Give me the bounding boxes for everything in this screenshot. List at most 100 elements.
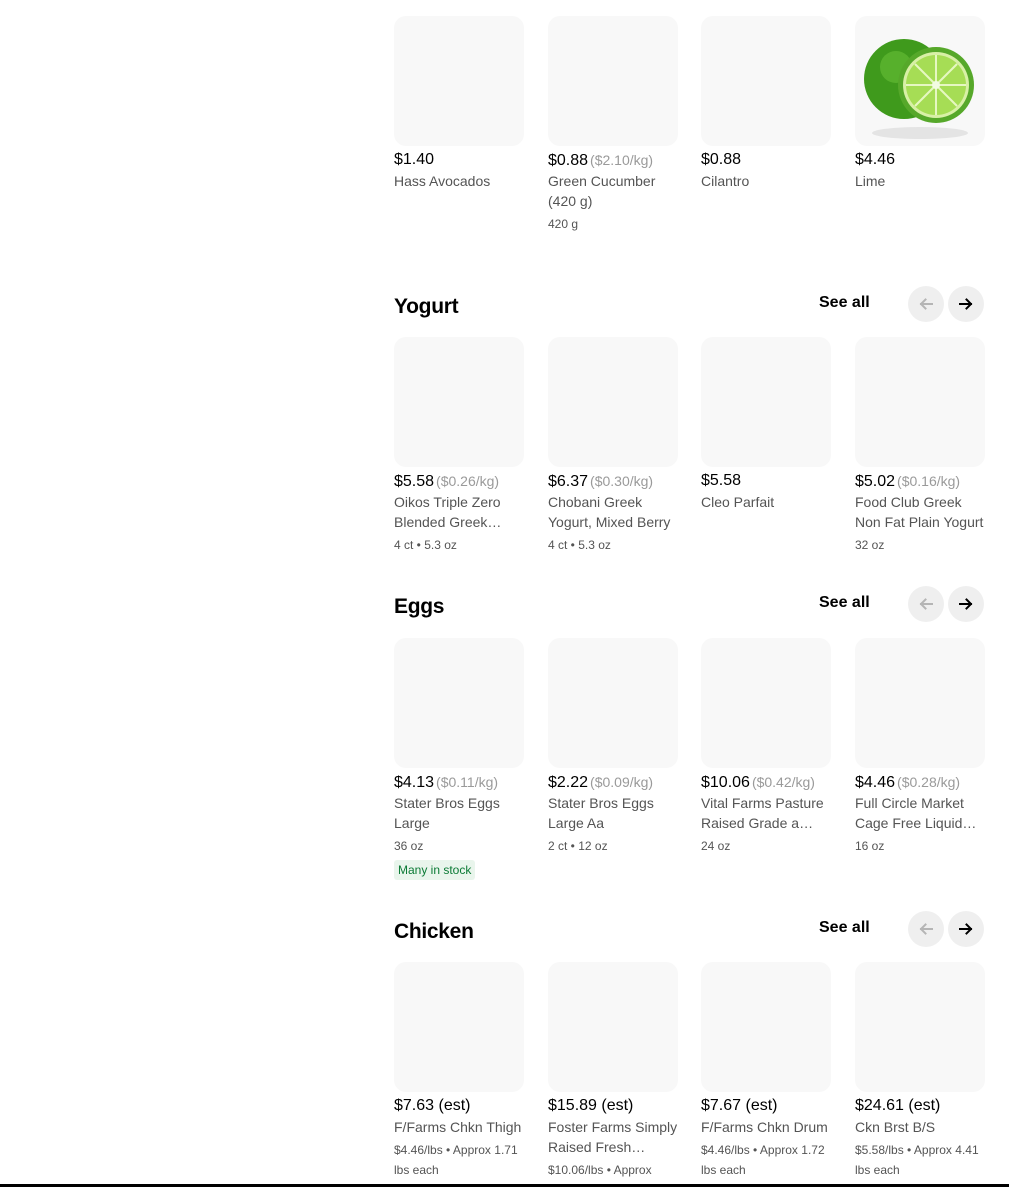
price-line: $7.63 (est)	[394, 1095, 524, 1117]
unit-price: ($0.28/kg)	[897, 774, 961, 790]
product-price: $7.67 (est)	[701, 1097, 778, 1114]
arrow-right-icon	[959, 298, 973, 310]
product-card[interactable]: $5.58 Cleo Parfait	[701, 337, 831, 512]
product-card[interactable]: $7.67 (est) F/Farms Chkn Drum $4.46/lbs • …	[701, 962, 831, 1180]
product-image[interactable]	[394, 962, 524, 1092]
chicken-next-button[interactable]	[948, 911, 984, 947]
product-card[interactable]: $6.37 ($0.30/kg) Chobani Greek Yogurt, Mix…	[548, 337, 678, 555]
product-size: 24 oz	[701, 839, 731, 853]
price-line: $4.46 ($0.28/kg)	[855, 771, 985, 793]
unit-price: ($0.16/kg)	[897, 473, 961, 489]
product-name[interactable]: Food Club Greek Non Fat Plain Yogurt	[855, 492, 985, 532]
product-price: $4.46	[855, 151, 896, 168]
product-image[interactable]	[701, 337, 831, 467]
product-image[interactable]	[394, 16, 524, 146]
product-name[interactable]: Stater Bros Eggs Large Aa	[548, 793, 678, 833]
product-size: $5.58/lbs • Approx 4.41 lbs each	[855, 1143, 979, 1177]
product-size: 2 ct • 12 oz	[548, 839, 608, 853]
product-image[interactable]	[548, 337, 678, 467]
product-image[interactable]	[855, 337, 985, 467]
product-name[interactable]: Lime	[855, 171, 985, 191]
product-price: $2.22	[548, 774, 589, 791]
product-card[interactable]: $10.06 ($0.42/kg) Vital Farms Pasture Rais…	[701, 638, 831, 856]
stock-badge: Many in stock	[394, 860, 476, 880]
unit-price: ($0.30/kg)	[590, 473, 654, 489]
product-image[interactable]	[548, 16, 678, 146]
product-card[interactable]: $4.13 ($0.11/kg) Stater Bros Eggs Large 36 …	[394, 638, 524, 880]
price-line: $1.40	[394, 149, 524, 171]
product-card[interactable]: $15.89 (est) Foster Farms Simply Raised F…	[548, 962, 678, 1180]
product-size: $4.46/lbs • Approx 1.72 lbs each	[701, 1143, 825, 1177]
product-name[interactable]: Stater Bros Eggs Large	[394, 793, 524, 833]
price-line: $5.02 ($0.16/kg)	[855, 470, 985, 492]
product-price: $24.61 (est)	[855, 1097, 941, 1114]
product-price: $0.88	[548, 152, 589, 169]
product-card[interactable]: $5.58 ($0.26/kg) Oikos Triple Zero Blended…	[394, 337, 524, 555]
product-price: $5.58	[701, 472, 742, 489]
product-price: $4.46	[855, 774, 896, 791]
product-card[interactable]: $2.22 ($0.09/kg) Stater Bros Eggs Large Aa…	[548, 638, 678, 856]
product-name[interactable]: F/Farms Chkn Thigh	[394, 1117, 524, 1137]
product-image[interactable]	[548, 638, 678, 768]
product-size: 32 oz	[855, 538, 885, 552]
price-line: $0.88	[701, 149, 831, 171]
section-title-eggs: Eggs	[394, 595, 445, 618]
product-image[interactable]	[701, 16, 831, 146]
see-all-chicken-button[interactable]: See all	[819, 919, 870, 937]
product-size: 420 g	[548, 217, 579, 231]
product-name[interactable]: Cilantro	[701, 171, 831, 191]
product-card[interactable]: $5.02 ($0.16/kg) Food Club Greek Non Fat P…	[855, 337, 985, 555]
product-name[interactable]: Cleo Parfait	[701, 492, 831, 512]
eggs-next-button[interactable]	[948, 586, 984, 622]
price-line: $7.67 (est)	[701, 1095, 831, 1117]
see-all-eggs-button[interactable]: See all	[819, 594, 870, 612]
product-image[interactable]	[855, 962, 985, 1092]
product-image[interactable]	[548, 962, 678, 1092]
price-line: $15.89 (est)	[548, 1095, 678, 1117]
product-name[interactable]: Vital Farms Pasture Raised Grade a Large…	[701, 793, 831, 833]
yogurt-next-button[interactable]	[948, 286, 984, 322]
arrow-left-icon	[919, 923, 933, 935]
product-price: $0.88	[701, 151, 742, 168]
product-image[interactable]	[701, 638, 831, 768]
product-name[interactable]: Oikos Triple Zero Blended Greek Yogurt	[394, 492, 524, 532]
product-name[interactable]: F/Farms Chkn Drum	[701, 1117, 831, 1137]
product-price: $1.40	[394, 151, 435, 168]
product-size: 36 oz	[394, 839, 424, 853]
unit-price: ($2.10/kg)	[590, 152, 654, 168]
see-all-yogurt-button[interactable]: See all	[819, 294, 870, 312]
product-card[interactable]: $0.88 ($2.10/kg) Green Cucumber (420 g) 420…	[548, 16, 678, 234]
product-name[interactable]: Chobani Greek Yogurt, Mixed Berry	[548, 492, 678, 532]
chicken-prev-button[interactable]	[908, 911, 944, 947]
unit-price: ($0.11/kg)	[436, 774, 499, 790]
arrow-right-icon	[959, 598, 973, 610]
product-image[interactable]	[855, 638, 985, 768]
unit-price: ($0.09/kg)	[590, 774, 654, 790]
eggs-prev-button[interactable]	[908, 586, 944, 622]
product-name[interactable]: Hass Avocados	[394, 171, 524, 191]
product-name[interactable]: Foster Farms Simply Raised Fresh Chicken	[548, 1117, 678, 1157]
product-name[interactable]: Full Circle Market Cage Free Liquid Egg …	[855, 793, 985, 833]
product-card[interactable]: $4.46 Lime	[855, 16, 985, 191]
product-image[interactable]	[394, 638, 524, 768]
unit-price: ($0.42/kg)	[751, 774, 815, 790]
product-card[interactable]: $0.88 Cilantro	[701, 16, 831, 191]
product-price: $5.02	[855, 473, 896, 490]
lime-image	[864, 39, 974, 139]
product-card[interactable]: $4.46 ($0.28/kg) Full Circle Market Cage F…	[855, 638, 985, 856]
product-card[interactable]: $7.63 (est) F/Farms Chkn Thigh $4.46/lbs •…	[394, 962, 524, 1180]
product-image[interactable]	[394, 337, 524, 467]
product-name[interactable]: Green Cucumber (420 g)	[548, 171, 678, 211]
product-card[interactable]: $24.61 (est) Ckn Brst B/S $5.58/lbs • Appr…	[855, 962, 985, 1180]
product-name[interactable]: Ckn Brst B/S	[855, 1117, 985, 1137]
product-image[interactable]	[701, 962, 831, 1092]
product-card[interactable]: $1.40 Hass Avocados	[394, 16, 524, 191]
product-image[interactable]	[855, 16, 985, 146]
price-line: $10.06 ($0.42/kg)	[701, 771, 831, 793]
section-title-chicken: Chicken	[394, 920, 474, 943]
product-price: $6.37	[548, 473, 589, 490]
price-line: $24.61 (est)	[855, 1095, 985, 1117]
yogurt-prev-button[interactable]	[908, 286, 944, 322]
arrow-right-icon	[959, 923, 973, 935]
product-price: $7.63 (est)	[394, 1097, 471, 1114]
